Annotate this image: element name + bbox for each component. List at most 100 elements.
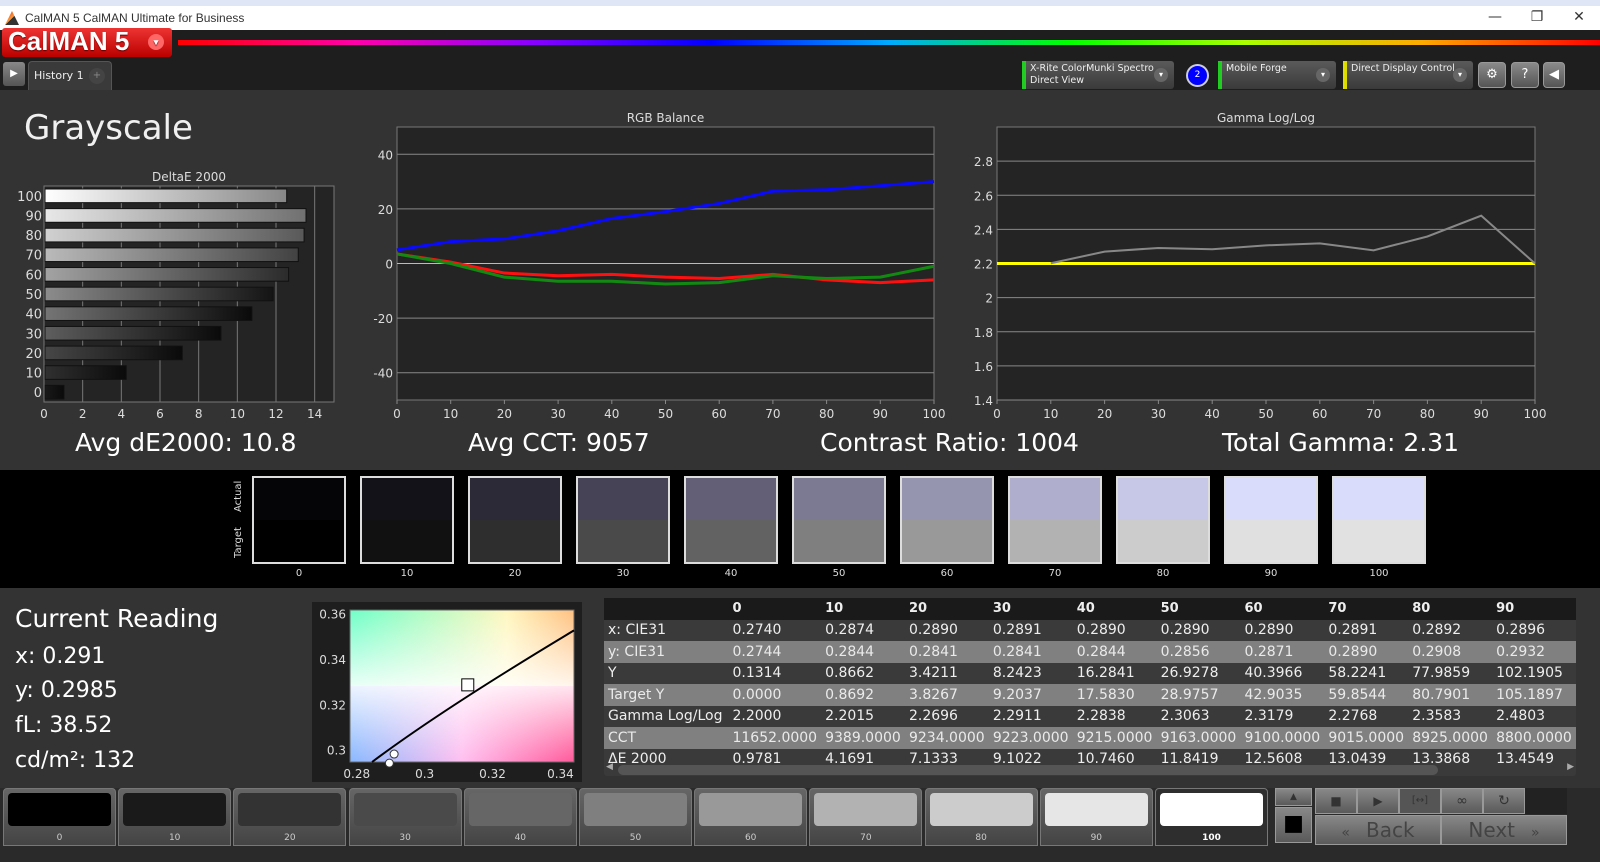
pattern-generator-selector[interactable]: Mobile Forge ▾ [1218,61,1336,89]
patch-label: 70 [860,833,872,843]
refresh-icon[interactable]: ↻ [1483,788,1525,814]
patch-color [238,793,342,826]
back-button[interactable]: « Back [1315,815,1441,845]
minimize-button[interactable]: — [1474,6,1516,30]
scrollbar-thumb[interactable] [618,765,1438,775]
collapse-panel-icon[interactable]: ◀ [1543,62,1565,88]
chevron-down-icon[interactable]: ▾ [1453,68,1467,82]
fit-icon[interactable]: [↔] [1399,788,1441,814]
restore-button[interactable]: ❐ [1516,6,1558,30]
close-button[interactable]: ✕ [1558,6,1600,30]
actual-color [1334,478,1424,520]
x-tick-label: 100 [923,407,946,421]
meter-count-badge[interactable]: 2 [1186,64,1209,87]
tab-history-1[interactable]: History 1 + [28,61,112,90]
patch-button-50[interactable]: 50 [579,788,692,846]
chevron-down-icon[interactable]: ▾ [1316,68,1330,82]
patch-label: 100 [1202,833,1221,843]
bar-30 [44,325,222,341]
table-row: Y 0.1314 0.8662 3.4211 8.2423 16.2841 26.9278 4… [604,662,1576,684]
swatch-label: 60 [940,568,954,579]
meter-selector[interactable]: X-Rite ColorMunki Spectro Direct View ▾ [1022,61,1174,89]
next-label: Next [1468,818,1515,842]
patch-button-100[interactable]: 100 [1155,788,1268,846]
top-bar: CalMAN 5 ▾ [0,28,1600,58]
table-cell: 9215.0000 [1072,727,1157,749]
patch-button-80[interactable]: 80 [924,788,1038,846]
table-scrollbar[interactable]: ◀ ▶ [604,762,1576,776]
column-header: 40 [1072,598,1157,620]
swatch-90 [1224,476,1318,564]
table-cell: 0.8692 [821,684,905,706]
logo-text: CalMAN 5 [8,26,130,56]
table-cell: 0.2896 [1492,619,1576,641]
sidebar-toggle-button[interactable]: ▶ [3,62,25,86]
x-tick-label: 10 [230,407,245,421]
patch-label: 30 [399,833,411,843]
scroll-left-icon[interactable]: ◀ [606,762,613,772]
table-cell: 2.3179 [1240,705,1325,727]
swatch-20 [468,476,562,564]
x-tick-label: 10 [443,407,458,421]
column-header: 90 [1492,598,1576,620]
scroll-right-icon[interactable]: ▶ [1567,762,1574,772]
y-tick-label: 0 [34,386,42,401]
table-cell: 0.1314 [728,662,822,684]
measured-point [389,749,399,759]
play-icon[interactable]: ▶ [1357,788,1399,814]
x-tick-label: 30 [550,407,565,421]
x-tick-label: 12 [268,407,283,421]
swatch-label: 80 [1156,568,1170,579]
patch-label: 10 [168,833,181,843]
add-tab-button[interactable]: + [89,68,105,84]
table-cell: 0.2932 [1492,641,1576,663]
patch-button-30[interactable]: 30 [348,788,462,846]
grayscale-panel: Grayscale DeltaE 2000 0 2 4 6 8 10 12 14 100 90 80 7… [0,90,1600,470]
calman-logo-menu[interactable]: CalMAN 5 ▾ [2,28,172,57]
swatch-70 [1008,476,1102,564]
settings-gear-icon[interactable]: ⚙ [1478,62,1506,88]
table-cell: 0.0000 [728,684,822,706]
actual-color [1010,478,1100,520]
patch-label: 80 [975,833,987,843]
stop-icon[interactable]: ■ [1315,788,1357,814]
help-icon[interactable]: ? [1511,62,1539,88]
patch-button-10[interactable]: 10 [118,788,232,846]
x-tick-label: 0 [393,407,401,421]
row-label: CCT [604,727,729,749]
swatch-100 [1332,476,1426,564]
y-tick-label: 0.36 [319,608,346,622]
x-tick-label: 20 [497,407,512,421]
up-arrow-button[interactable]: ▲ [1275,788,1312,806]
patch-button-90[interactable]: 90 [1039,788,1153,846]
table-cell: 105.1897 [1492,684,1576,706]
row-label: Target Y [604,684,729,706]
avg-de-stat: Avg dE2000: 10.8 [75,428,297,457]
target-color [686,520,776,562]
patch-button-0[interactable]: 0 [3,788,116,846]
patch-button-20[interactable]: 20 [233,788,347,846]
loop-icon[interactable]: ∞ [1441,788,1483,814]
chevron-down-icon[interactable]: ▾ [1154,68,1168,82]
x-tick-label: 60 [712,407,727,421]
table-cell: 2.3063 [1156,705,1241,727]
rainbow-bar [178,40,1600,45]
display-control-selector[interactable]: Direct Display Control ▾ [1343,61,1473,89]
table-row: CCT 11652.0000 9389.0000 9234.0000 9223.0000… [604,727,1576,749]
swatch-60 [900,476,994,564]
table-cell: 2.2911 [988,705,1073,727]
patch-button-60[interactable]: 60 [694,788,808,846]
target-whitepoint [461,678,475,692]
bar-80 [44,227,305,243]
stop-pattern-button[interactable]: ■ [1275,807,1312,843]
patch-label: 60 [744,833,757,843]
table-cell: 59.8544 [1324,684,1409,706]
x-tick-label: 90 [1474,407,1489,421]
chevron-down-icon[interactable]: ▾ [148,34,164,50]
patch-button-40[interactable]: 40 [463,788,577,846]
y-tick-label: 100 [17,190,42,205]
x-tick-label: 50 [1258,407,1273,421]
next-button[interactable]: Next » [1441,815,1567,845]
patch-button-70[interactable]: 70 [809,788,923,846]
table-cell: 2.4803 [1492,705,1576,727]
